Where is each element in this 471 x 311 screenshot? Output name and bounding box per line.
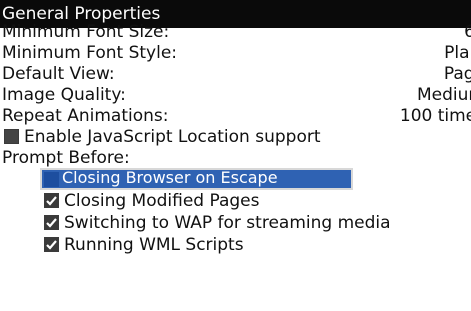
row-label: Minimum Font Size: [2, 22, 170, 42]
prompt-running-wml-scripts-checkbox[interactable]: Running WML Scripts [44, 234, 471, 256]
enable-javascript-location-checkbox[interactable]: Enable JavaScript Location support [4, 126, 471, 148]
prompt-before-heading: Prompt Before: [0, 147, 471, 169]
properties-list: Minimum Font Size: 6 Minimum Font Style:… [0, 22, 471, 311]
checkbox-icon [44, 237, 59, 252]
row-value: 6 [464, 22, 471, 42]
row-label: Image Quality: [2, 85, 126, 105]
row-value: Medium [417, 85, 471, 105]
checkbox-label: Switching to WAP for streaming media [64, 213, 391, 233]
browser-general-properties-screen: General Properties Minimum Font Size: 6 … [0, 0, 471, 311]
check-icon [46, 240, 57, 250]
checkbox-icon [44, 172, 59, 187]
checkbox-label: Closing Modified Pages [64, 191, 260, 211]
row-value: Plain [444, 43, 471, 63]
row-repeat-animations[interactable]: Repeat Animations: 100 times [0, 105, 471, 127]
checkbox-label: Running WML Scripts [64, 235, 244, 255]
check-icon [46, 218, 57, 228]
checkbox-label: Enable JavaScript Location support [24, 127, 321, 147]
row-image-quality[interactable]: Image Quality: Medium [0, 84, 471, 106]
row-label: Minimum Font Style: [2, 43, 178, 63]
row-value: 100 times [399, 106, 471, 126]
check-icon [46, 196, 57, 206]
checkbox-icon [4, 129, 19, 144]
row-label: Default View: [2, 64, 115, 84]
checkbox-label: Closing Browser on Escape [62, 168, 278, 187]
prompt-closing-modified-pages-checkbox[interactable]: Closing Modified Pages [44, 190, 471, 212]
row-label: Repeat Animations: [2, 106, 169, 126]
prompt-switching-to-wap-checkbox[interactable]: Switching to WAP for streaming media [44, 212, 471, 234]
row-default-view[interactable]: Default View: Page [0, 63, 471, 85]
row-minimum-font-style[interactable]: Minimum Font Style: Plain [0, 42, 471, 64]
prompt-closing-browser-checkbox[interactable]: Closing Browser on Escape [40, 168, 353, 190]
section-heading: Prompt Before: [2, 148, 130, 168]
checkbox-icon [44, 215, 59, 230]
row-value: Page [443, 64, 471, 84]
checkbox-icon [44, 193, 59, 208]
row-minimum-font-size[interactable]: Minimum Font Size: 6 [0, 21, 471, 43]
